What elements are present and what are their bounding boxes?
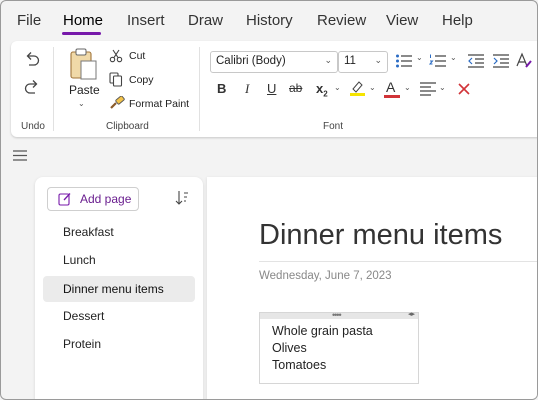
tab-view[interactable]: View xyxy=(386,12,418,29)
note-line[interactable]: Olives xyxy=(272,341,307,355)
page-item-lunch[interactable]: Lunch xyxy=(43,247,195,273)
chevron-down-icon: ⌄ xyxy=(374,55,382,65)
note-container-handle-bar[interactable]: •••• ◂▸ xyxy=(260,310,418,320)
tab-file[interactable]: File xyxy=(17,12,41,29)
clipboard-group-label: Clipboard xyxy=(106,121,149,132)
group-divider xyxy=(199,47,200,131)
title-underline xyxy=(259,261,537,262)
format-paint-button[interactable]: Format Paint xyxy=(129,98,189,110)
tab-insert[interactable]: Insert xyxy=(127,12,165,29)
clear-formatting-icon[interactable] xyxy=(457,82,471,96)
font-color-swatch xyxy=(384,95,400,98)
redo-icon[interactable] xyxy=(23,79,41,95)
page-item-dinner-menu-items[interactable]: Dinner menu items xyxy=(43,276,195,302)
active-tab-indicator xyxy=(62,32,101,35)
font-size-dropdown[interactable]: 11 ⌄ xyxy=(338,51,388,73)
highlighter-chevron-down-icon[interactable]: ⌄ xyxy=(369,83,376,92)
note-resize-handle[interactable]: ◂▸ xyxy=(408,310,415,318)
undo-icon[interactable] xyxy=(23,51,41,67)
page-date: Wednesday, June 7, 2023 xyxy=(259,270,392,282)
numbering-icon[interactable] xyxy=(429,53,447,69)
copy-icon[interactable] xyxy=(109,72,123,87)
cut-icon[interactable] xyxy=(109,49,123,63)
numbering-chevron-down-icon[interactable]: ⌄ xyxy=(450,53,457,62)
add-page-button[interactable]: Add page xyxy=(47,187,139,211)
add-page-icon xyxy=(58,193,71,206)
page-item-breakfast[interactable]: Breakfast xyxy=(43,219,195,245)
tab-review[interactable]: Review xyxy=(317,12,366,29)
font-group-label: Font xyxy=(323,121,344,132)
paste-icon[interactable] xyxy=(69,47,99,81)
sort-icon[interactable] xyxy=(175,190,189,206)
font-color-letter: A xyxy=(386,79,396,95)
font-name-value: Calibri (Body) xyxy=(216,55,286,67)
subscript-button[interactable]: x2 xyxy=(316,81,328,99)
note-drag-handle[interactable]: •••• xyxy=(332,310,342,320)
cut-button[interactable]: Cut xyxy=(129,50,145,62)
font-name-dropdown[interactable]: Calibri (Body) ⌄ xyxy=(210,51,338,73)
group-divider xyxy=(53,47,54,131)
strikethrough-button[interactable]: ab xyxy=(289,81,302,95)
highlighter-icon[interactable] xyxy=(349,79,367,97)
page-list-pane: Add page Breakfast Lunch Dinner menu ite… xyxy=(35,177,203,399)
align-chevron-down-icon[interactable]: ⌄ xyxy=(439,83,446,92)
note-line[interactable]: Tomatoes xyxy=(272,358,326,372)
page-item-protein[interactable]: Protein xyxy=(43,331,195,357)
format-paint-icon[interactable] xyxy=(109,96,125,110)
page-canvas: Dinner menu items Wednesday, June 7, 202… xyxy=(207,177,537,399)
bold-button[interactable]: B xyxy=(217,81,226,96)
increase-indent-icon[interactable] xyxy=(492,53,510,69)
bullets-chevron-down-icon[interactable]: ⌄ xyxy=(416,53,423,62)
page-title[interactable]: Dinner menu items xyxy=(259,219,502,252)
hamburger-menu-icon[interactable] xyxy=(13,150,27,161)
note-line[interactable]: Whole grain pasta xyxy=(272,324,373,338)
font-size-value: 11 xyxy=(344,55,356,67)
tab-history[interactable]: History xyxy=(246,12,293,29)
menu-tabs: File Home Insert Draw History Review Vie… xyxy=(1,1,537,41)
paste-dropdown-chevron-icon[interactable]: ⌄ xyxy=(78,99,85,108)
tab-draw[interactable]: Draw xyxy=(188,12,223,29)
align-left-icon[interactable] xyxy=(419,81,437,97)
copy-button[interactable]: Copy xyxy=(129,74,154,86)
tab-help[interactable]: Help xyxy=(442,12,473,29)
app-window: File Home Insert Draw History Review Vie… xyxy=(0,0,538,400)
font-color-chevron-down-icon[interactable]: ⌄ xyxy=(404,83,411,92)
ribbon: Undo Paste ⌄ Cut Copy Format Paint Clipb… xyxy=(11,41,537,137)
italic-button[interactable]: I xyxy=(245,81,249,97)
decrease-indent-icon[interactable] xyxy=(467,53,485,69)
undo-group-label: Undo xyxy=(21,121,45,132)
paste-label[interactable]: Paste xyxy=(69,83,100,97)
chevron-down-icon: ⌄ xyxy=(324,55,332,65)
subscript-digit: 2 xyxy=(323,89,328,99)
bullets-icon[interactable] xyxy=(395,53,413,69)
note-container[interactable]: •••• ◂▸ Whole grain pasta Olives Tomatoe… xyxy=(259,310,419,384)
subscript-chevron-down-icon[interactable]: ⌄ xyxy=(334,83,341,92)
tab-home[interactable]: Home xyxy=(63,12,103,29)
font-color-button[interactable]: A xyxy=(386,79,395,95)
page-item-dessert[interactable]: Dessert xyxy=(43,303,195,329)
underline-button[interactable]: U xyxy=(267,81,276,96)
styles-icon[interactable] xyxy=(515,52,533,70)
add-page-label: Add page xyxy=(80,192,132,206)
